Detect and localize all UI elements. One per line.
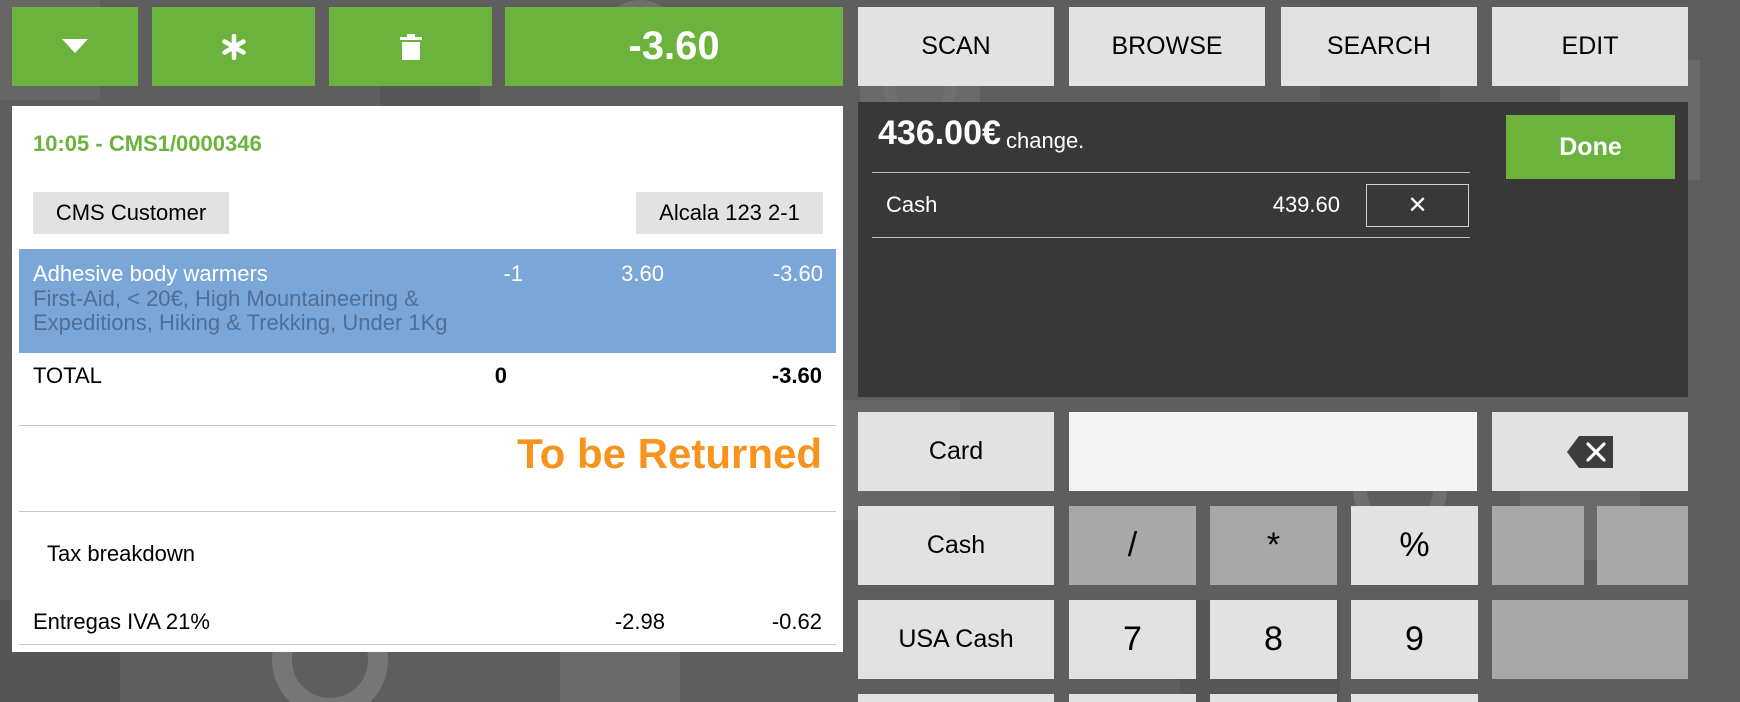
delete-ticket-button[interactable] [329,7,492,86]
product-categories-line2: Expeditions, Hiking & Trekking, Under 1K… [33,310,448,335]
line-price: 3.60 [621,261,664,286]
payment-method-name: Cash [886,192,938,217]
divider [19,511,836,512]
backspace-button[interactable] [1492,412,1688,491]
line-amount: -3.60 [772,261,823,286]
payment-method-cash[interactable]: Cash [858,506,1054,585]
ticket-total-button[interactable]: -3.60 [505,7,843,86]
total-amount: -3.60 [771,363,822,388]
payment-method-usa-cash[interactable]: USA Cash [858,600,1054,679]
trash-icon [399,33,422,60]
divider [19,425,836,426]
key-blank-wide[interactable] [1492,600,1688,679]
key-blank-left[interactable] [1492,506,1584,585]
ticket-header: 10:05 - CMS1/0000346 [33,131,262,156]
payment-method-amount: 439.60 [1272,192,1340,217]
menu-dropdown-button[interactable] [12,7,138,86]
scan-button[interactable]: SCAN [858,7,1054,86]
receipt-panel: 10:05 - CMS1/0000346 CMS Customer Alcala… [12,106,843,652]
new-ticket-button[interactable] [152,7,315,86]
key-8[interactable]: 8 [1210,600,1337,679]
divider [872,237,1470,238]
return-status-label: To be Returned [517,430,822,477]
total-label: TOTAL [33,363,102,388]
key-7[interactable]: 7 [1069,600,1196,679]
total-quantity: 0 [494,363,507,388]
tax-label: Entregas IVA 21% [33,609,210,634]
amount-input[interactable] [1069,412,1477,491]
payment-method-next[interactable] [858,694,1054,702]
address-button[interactable]: Alcala 123 2-1 [636,192,823,234]
tax-amount: -0.62 [771,609,822,634]
payment-method-card[interactable]: Card [858,412,1054,491]
change-label: change. [1006,128,1085,153]
key-percent[interactable]: % [1351,506,1478,585]
key-multiply[interactable]: * [1210,506,1337,585]
divider [872,172,1470,173]
key-6[interactable] [1351,694,1478,702]
customer-button[interactable]: CMS Customer [33,192,229,234]
line-quantity: -1 [503,261,523,286]
product-name: Adhesive body warmers [33,261,268,286]
tax-breakdown-title: Tax breakdown [47,541,195,566]
done-button[interactable]: Done [1506,115,1675,179]
product-categories-line1: First-Aid, < 20€, High Mountaineering & [33,286,419,311]
caret-down-icon [62,38,88,53]
key-divide[interactable]: / [1069,506,1196,585]
key-9[interactable]: 9 [1351,600,1478,679]
payment-panel: 436.00€ change. Done Cash 439.60 ✕ [858,102,1688,397]
key-blank-right[interactable] [1597,506,1688,585]
key-4[interactable] [1069,694,1196,702]
asterisk-icon [221,33,246,60]
divider [19,644,836,645]
key-5[interactable] [1210,694,1337,702]
close-icon: ✕ [1407,192,1428,219]
tax-base: -2.98 [614,609,665,634]
browse-button[interactable]: BROWSE [1069,7,1265,86]
edit-button[interactable]: EDIT [1492,7,1688,86]
backspace-icon [1567,435,1613,468]
ticket-line-selected[interactable]: Adhesive body warmers First-Aid, < 20€, … [19,249,836,353]
remove-payment-button[interactable]: ✕ [1366,184,1469,227]
change-amount: 436.00€ [878,114,1001,152]
search-button[interactable]: SEARCH [1281,7,1477,86]
